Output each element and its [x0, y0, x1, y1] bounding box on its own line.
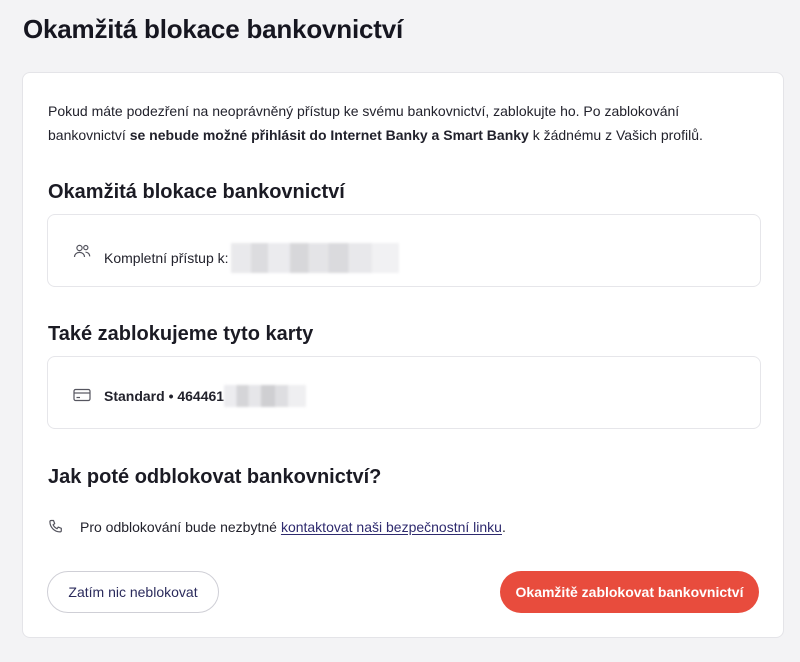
card-row: Standard • 464461 [104, 385, 307, 407]
cancel-button[interactable]: Zatím nic neblokovat [47, 571, 219, 613]
intro-text-bold: se nebude možné přihlásit do Internet Ba… [129, 127, 529, 143]
card-box: Standard • 464461 [47, 356, 761, 429]
security-line-link[interactable]: kontaktovat naši bezpečnostní linku [281, 519, 502, 535]
intro-text: Pokud máte podezření na neoprávněný přís… [48, 99, 758, 147]
intro-text-part2: k žádnému z Vašich profilů. [528, 127, 703, 143]
cards-section-heading: Také zablokujeme tyto karty [48, 323, 314, 345]
unblock-text: Pro odblokování bude nezbytné [80, 519, 277, 535]
page-title: Okamžitá blokace bankovnictví [23, 14, 404, 44]
access-section-heading: Okamžitá blokace bankovnictví [48, 181, 345, 203]
unblock-section-heading: Jak poté odblokovat bankovnictví? [48, 466, 382, 488]
access-box: Kompletní přístup k: [47, 214, 761, 287]
access-label: Kompletní přístup k: [104, 250, 229, 266]
block-banking-button[interactable]: Okamžitě zablokovat bankovnictví [500, 571, 759, 613]
card-label: Standard • 464461 [104, 388, 225, 404]
credit-card-icon [73, 388, 91, 402]
blocking-card: Pokud máte podezření na neoprávněný přís… [22, 72, 784, 638]
redacted-card-number [224, 385, 307, 407]
users-icon [73, 244, 91, 258]
unblock-suffix: . [501, 519, 506, 535]
access-row: Kompletní přístup k: [104, 243, 399, 273]
redacted-profile-name [230, 243, 399, 273]
unblock-info: Pro odblokování bude nezbytné kontaktova… [48, 519, 506, 535]
phone-icon [49, 519, 62, 533]
